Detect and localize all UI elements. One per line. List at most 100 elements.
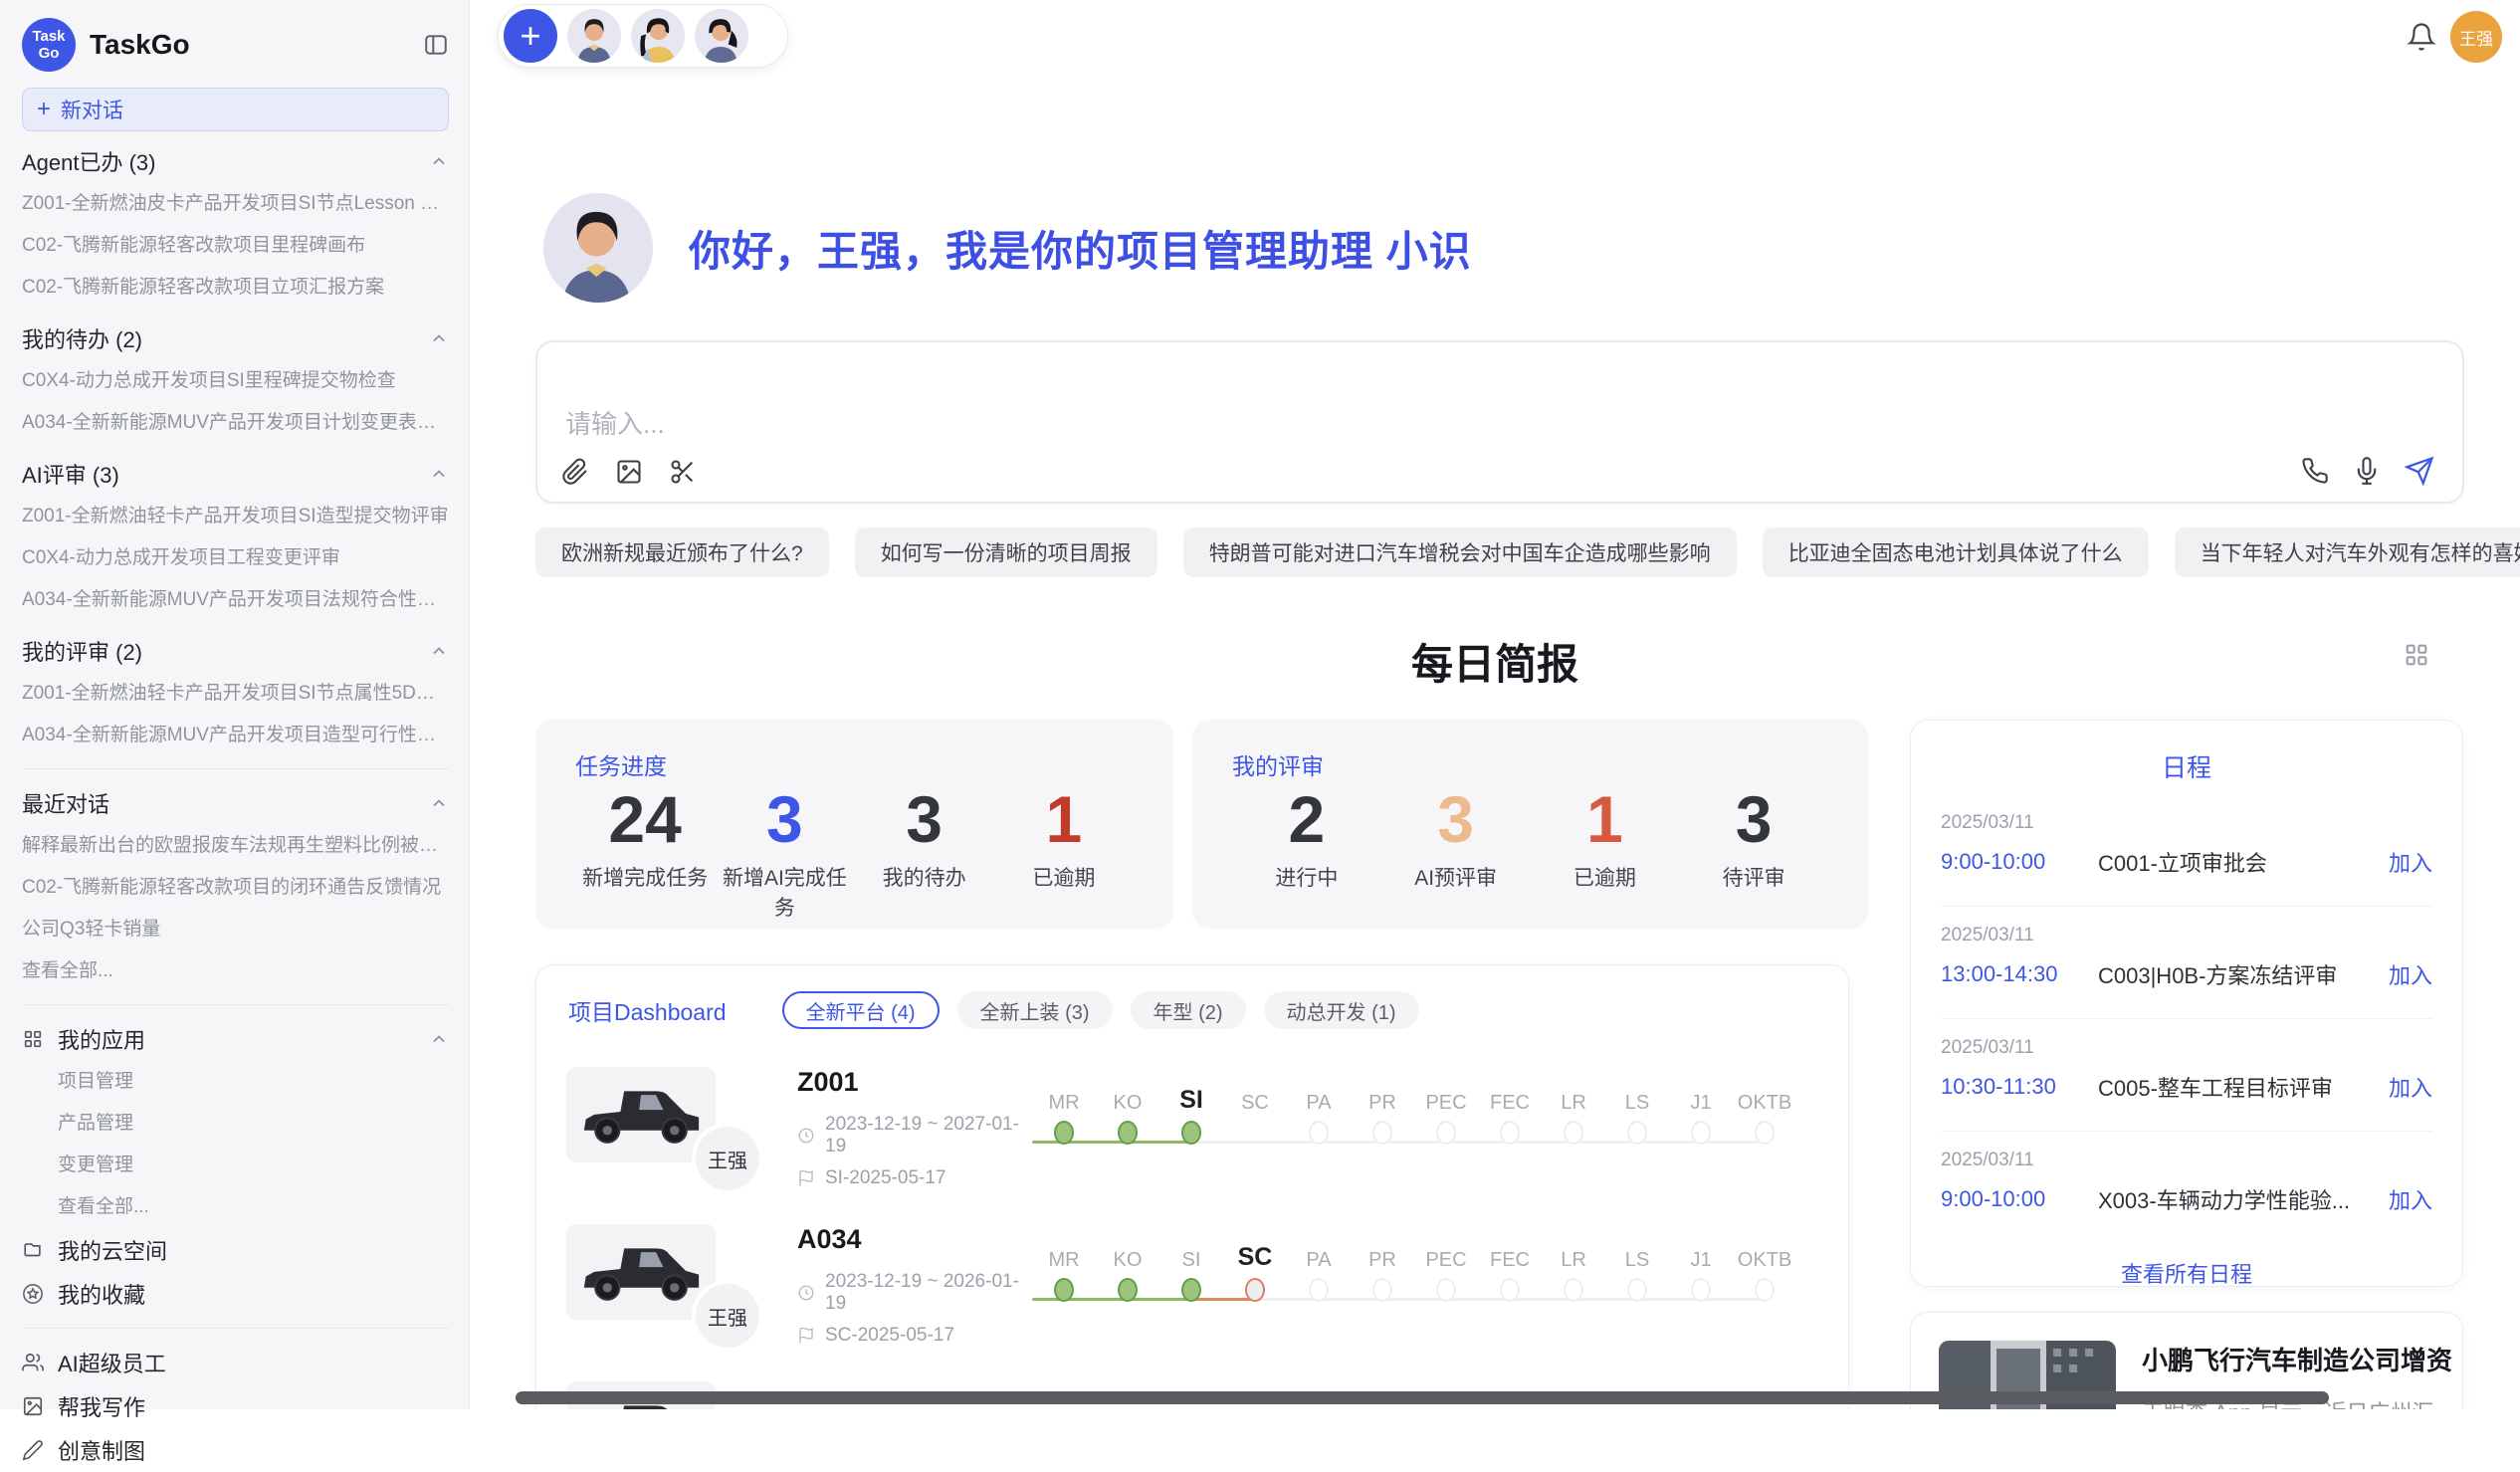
milestone-dot bbox=[1627, 1121, 1647, 1145]
sidebar-group-header[interactable]: Agent已办 (3) bbox=[22, 139, 449, 183]
sidebar-group-items: 解释最新出台的欧盟报废车法规再生塑料比例被调至15%...C02-飞腾新能源轻客… bbox=[22, 825, 449, 992]
schedule-date: 2025/03/11 bbox=[1941, 1037, 2432, 1059]
sidebar-group: 我的待办 (2) C0X4-动力总成开发项目SI里程碑提交物检查A034-全新新… bbox=[22, 316, 449, 444]
agent-avatar[interactable] bbox=[695, 9, 748, 63]
stat-label: 新增AI完成任务 bbox=[715, 862, 854, 922]
sidebar-item[interactable]: 解释最新出台的欧盟报废车法规再生塑料比例被调至15%... bbox=[22, 825, 449, 867]
milestone-dot bbox=[1309, 1278, 1329, 1302]
horizontal-scrollbar[interactable] bbox=[516, 1391, 2329, 1404]
dashboard-tab[interactable]: 全新上装 (3) bbox=[957, 991, 1113, 1029]
project-row[interactable]: 王强 Z001 2023-12-19 ~ 2027-01-19 SI-2025-… bbox=[536, 1061, 1848, 1218]
main-content: + 王强 你好，王强，我是你的项目管理助理 小识 bbox=[470, 0, 2520, 1409]
divider bbox=[22, 768, 449, 769]
sidebar-item-ai-employee[interactable]: AI超级员工 bbox=[22, 1341, 449, 1384]
app-menu-item[interactable]: 项目管理 bbox=[58, 1061, 449, 1103]
suggestion-chip[interactable]: 如何写一份清晰的项目周报 bbox=[855, 527, 1157, 577]
schedule-time: 9:00-10:00 bbox=[1941, 849, 2098, 875]
chevron-up-icon bbox=[429, 793, 449, 813]
stat-value: 24 bbox=[575, 785, 715, 854]
sidebar-item[interactable]: C0X4-动力总成开发项目工程变更评审 bbox=[22, 537, 449, 579]
milestone: SC bbox=[1223, 1230, 1287, 1302]
sidebar-item-favorites[interactable]: 我的收藏 bbox=[22, 1272, 449, 1316]
notification-bell-icon[interactable] bbox=[2407, 22, 2436, 52]
sidebar-item[interactable]: Z001-全新燃油轻卡产品开发项目SI造型提交物评审 bbox=[22, 496, 449, 537]
join-link[interactable]: 加入 bbox=[2389, 846, 2432, 878]
join-link[interactable]: 加入 bbox=[2389, 1071, 2432, 1103]
suggestion-chip[interactable]: 当下年轻人对汽车外观有怎样的喜好趋势 bbox=[2175, 527, 2520, 577]
agent-avatar[interactable] bbox=[631, 9, 685, 63]
sidebar-group-header[interactable]: 我的待办 (2) bbox=[22, 316, 449, 360]
suggestion-chip[interactable]: 比亚迪全固态电池计划具体说了什么 bbox=[1763, 527, 2149, 577]
insert-image-icon[interactable] bbox=[615, 458, 643, 486]
new-chat-label: 新对话 bbox=[61, 95, 123, 124]
sidebar-item-my-apps[interactable]: 我的应用 bbox=[22, 1017, 449, 1061]
sidebar-group-header[interactable]: 最近对话 bbox=[22, 781, 449, 825]
app-menu-item[interactable]: 产品管理 bbox=[58, 1103, 449, 1145]
stat-value: 3 bbox=[1679, 785, 1828, 854]
add-agent-button[interactable]: + bbox=[504, 9, 557, 63]
sidebar-group-header[interactable]: 我的评审 (2) bbox=[22, 629, 449, 673]
schedule-card: 日程 2025/03/11 9:00-10:00 C001-立项审批会 加入 2… bbox=[1910, 720, 2463, 1287]
schedule-item: 2025/03/11 10:30-11:30 C005-整车工程目标评审 加入 bbox=[1941, 1018, 2432, 1131]
view-all-schedule-link[interactable]: 查看所有日程 bbox=[1941, 1257, 2432, 1289]
my-review-title: 我的评审 bbox=[1232, 747, 1828, 781]
project-row[interactable]: 王强 A034 2023-12-19 ~ 2026-01-19 SC-2025-… bbox=[536, 1218, 1848, 1375]
chevron-up-icon bbox=[429, 464, 449, 484]
dashboard-tab[interactable]: 动总开发 (1) bbox=[1264, 991, 1419, 1029]
sidebar-item-creative-drawing[interactable]: 创意制图 bbox=[22, 1428, 449, 1472]
send-icon[interactable] bbox=[2405, 456, 2434, 486]
chat-input[interactable] bbox=[537, 342, 2462, 438]
stat: 3 待评审 bbox=[1679, 785, 1828, 892]
sidebar-item[interactable]: C02-飞腾新能源轻客改款项目里程碑画布 bbox=[22, 225, 449, 267]
new-chat-button[interactable]: + 新对话 bbox=[22, 88, 449, 131]
chevron-up-icon[interactable] bbox=[429, 1029, 449, 1049]
agent-avatar[interactable] bbox=[567, 9, 621, 63]
sidebar-item-write-helper[interactable]: 帮我写作 bbox=[22, 1384, 449, 1428]
sidebar-item[interactable]: Z001-全新燃油皮卡产品开发项目SI节点Lesson Learn报告 bbox=[22, 183, 449, 225]
sidebar-item[interactable]: 查看全部... bbox=[22, 950, 449, 992]
sidebar-item-cloud-space[interactable]: 我的云空间 bbox=[22, 1228, 449, 1272]
daily-briefing-title: 每日简报 bbox=[470, 631, 2520, 692]
user-avatar[interactable]: 王强 bbox=[2450, 11, 2502, 63]
people-icon bbox=[22, 1352, 44, 1373]
schedule-item: 2025/03/11 9:00-10:00 X003-车辆动力学性能验... 加… bbox=[1941, 1131, 2432, 1243]
scissors-icon[interactable] bbox=[669, 458, 697, 486]
schedule-list: 2025/03/11 9:00-10:00 C001-立项审批会 加入 2025… bbox=[1941, 794, 2432, 1243]
write-helper-label: 帮我写作 bbox=[58, 1390, 145, 1422]
milestone-dot bbox=[1181, 1278, 1201, 1302]
schedule-item: 2025/03/11 13:00-14:30 C003|H0B-方案冻结评审 加… bbox=[1941, 906, 2432, 1018]
sidebar-item[interactable]: Z001-全新燃油轻卡产品开发项目SI节点属性5D文件评审 bbox=[22, 673, 449, 715]
suggestion-chip[interactable]: 欧洲新规最近颁布了什么? bbox=[535, 527, 829, 577]
sidebar-item[interactable]: C02-飞腾新能源轻客改款项目立项汇报方案 bbox=[22, 267, 449, 309]
cloud-drive-icon bbox=[22, 1239, 44, 1261]
microphone-icon[interactable] bbox=[2353, 457, 2381, 485]
milestone-dot bbox=[1118, 1278, 1138, 1302]
app-menu-item[interactable]: 变更管理 bbox=[58, 1145, 449, 1186]
milestone-dot bbox=[1755, 1121, 1775, 1145]
dashboard-tab[interactable]: 全新平台 (4) bbox=[782, 991, 940, 1029]
dashboard-tab[interactable]: 年型 (2) bbox=[1131, 991, 1246, 1029]
sidebar-item[interactable]: A034-全新新能源MUV产品开发项目造型可行性评审 bbox=[22, 715, 449, 756]
schedule-title: 日程 bbox=[1941, 748, 2432, 784]
sidebar-item[interactable]: C02-飞腾新能源轻客改款项目的闭环通告反馈情况 bbox=[22, 867, 449, 909]
chat-composer bbox=[535, 340, 2464, 504]
sidebar-item[interactable]: A034-全新新能源MUV产品开发项目计划变更表编写 bbox=[22, 402, 449, 444]
app-menu-item[interactable]: 查看全部... bbox=[58, 1186, 449, 1228]
sidebar-item[interactable]: C0X4-动力总成开发项目SI里程碑提交物检查 bbox=[22, 360, 449, 402]
sidebar-item[interactable]: 公司Q3轻卡销量 bbox=[22, 909, 449, 950]
project-name: A034 bbox=[797, 1224, 1032, 1255]
milestone: SI bbox=[1159, 1230, 1223, 1302]
milestone: KO bbox=[1096, 1073, 1159, 1145]
join-link[interactable]: 加入 bbox=[2389, 1183, 2432, 1215]
suggestion-chip[interactable]: 特朗普可能对进口汽车增税会对中国车企造成哪些影响 bbox=[1183, 527, 1737, 577]
layout-grid-icon[interactable] bbox=[2403, 641, 2430, 669]
stat-value: 1 bbox=[994, 785, 1134, 854]
phone-call-icon[interactable] bbox=[2301, 457, 2329, 485]
sidebar-group-header[interactable]: AI评审 (3) bbox=[22, 452, 449, 496]
sidebar-item[interactable]: A034-全新新能源MUV产品开发项目法规符合性评审 bbox=[22, 579, 449, 621]
my-review-card: 我的评审 2 进行中 3 AI预评审 1 已逾期 3 待评审 bbox=[1192, 720, 1868, 929]
milestone-dot bbox=[1436, 1121, 1456, 1145]
sidebar-collapse-icon[interactable] bbox=[423, 32, 449, 58]
attachment-icon[interactable] bbox=[561, 458, 589, 486]
join-link[interactable]: 加入 bbox=[2389, 958, 2432, 990]
